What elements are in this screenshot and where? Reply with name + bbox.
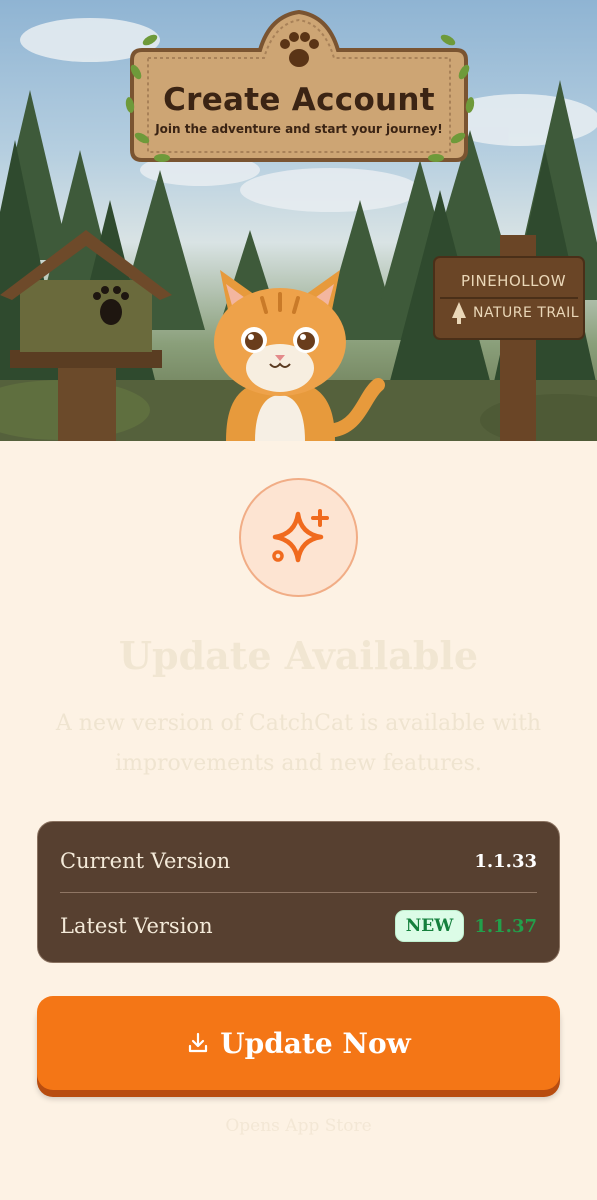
download-icon xyxy=(189,1032,208,1053)
dialog-description: A new version of CatchCat is available w… xyxy=(55,711,542,776)
version-divider xyxy=(60,892,537,893)
sparkle-icon xyxy=(272,509,329,563)
banner-title: Create Account xyxy=(163,82,435,118)
trail-sign-name: PINEHOLLOW xyxy=(461,272,567,290)
latest-version-value: 1.1.37 xyxy=(474,915,537,937)
dialog-title: Update Available xyxy=(118,633,479,678)
update-now-label: Update Now xyxy=(220,1026,411,1060)
sparkle-badge xyxy=(239,478,358,597)
hero-illustration: Create Account Join the adventure and st… xyxy=(0,0,597,441)
latest-version-row: Latest Version NEW 1.1.37 xyxy=(60,901,537,951)
current-version-row: Current Version 1.1.33 xyxy=(60,836,537,886)
update-now-button[interactable]: Update Now xyxy=(37,996,560,1090)
banner-subtitle: Join the adventure and start your journe… xyxy=(155,122,443,136)
current-version-value: 1.1.33 xyxy=(474,850,537,872)
latest-version-label: Latest Version xyxy=(60,914,213,938)
trail-sign-label: NATURE TRAIL xyxy=(473,305,580,321)
create-account-banner: Create Account Join the adventure and st… xyxy=(120,10,478,162)
current-version-label: Current Version xyxy=(60,849,231,873)
app-store-note: Opens App Store xyxy=(225,1116,372,1136)
version-card: Current Version 1.1.33 Latest Version NE… xyxy=(37,821,560,963)
new-badge: NEW xyxy=(394,910,465,942)
